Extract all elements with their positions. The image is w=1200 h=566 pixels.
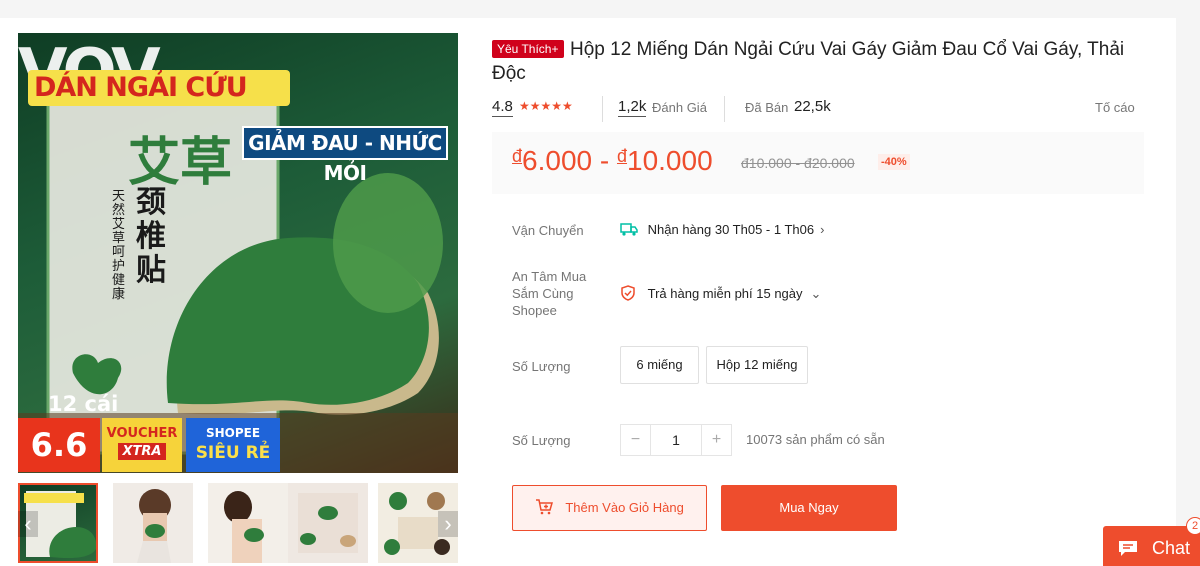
quantity-increase-button[interactable]: + — [701, 425, 731, 455]
thumbnail-next-button[interactable]: › — [438, 511, 458, 537]
price-box: đ6.000 - đ10.000 đ10.000 - đ20.000 -40% — [492, 132, 1144, 194]
shipping-info[interactable]: Nhận hàng 30 Th05 - 1 Th06 › — [620, 222, 824, 237]
quantity-input[interactable] — [651, 425, 701, 455]
chat-button[interactable]: Chat — [1103, 526, 1200, 566]
divider — [602, 96, 603, 122]
image-count-badge: 12 cái — [48, 392, 119, 416]
chat-label: Chat — [1152, 538, 1191, 558]
stock-available: 10073 sản phẩm có sẵn — [746, 432, 885, 447]
thumbnail-prev-button[interactable]: ‹ — [18, 511, 38, 537]
variant-option-6[interactable]: 6 miếng — [620, 346, 699, 384]
reviews-label: Đánh Giá — [652, 100, 707, 115]
thumbnail-4-image — [298, 493, 358, 553]
chevron-right-icon: › — [820, 222, 825, 237]
quantity-decrease-button[interactable]: − — [621, 425, 651, 455]
truck-icon — [620, 222, 642, 237]
image-banner-subtitle: GIẢM ĐAU - NHỨC MỎI — [242, 126, 448, 185]
variant-option-12[interactable]: Hộp 12 miếng — [706, 346, 808, 384]
shield-icon — [620, 285, 640, 301]
thumbnail-4[interactable] — [288, 483, 368, 563]
buy-now-button[interactable]: Mua Ngay — [721, 485, 897, 531]
shipping-value: Nhận hàng 30 Th05 - 1 Th06 — [647, 222, 815, 237]
variant-label: Số Lượng — [512, 359, 571, 374]
sold-count: 22,5k — [794, 98, 831, 115]
promo-voucher-bottom: XTRA — [117, 443, 167, 460]
add-to-cart-button[interactable]: Thêm Vào Giỏ Hàng — [512, 485, 707, 531]
thumbnail-3[interactable] — [208, 483, 288, 563]
promo-shopee-top: SHOPEE — [205, 426, 261, 440]
original-price: đ10.000 - đ20.000 — [741, 155, 855, 171]
currency-symbol: đ — [512, 146, 523, 166]
sold-label: Đã Bán — [745, 100, 789, 115]
favorite-plus-badge: Yêu Thích+ — [492, 40, 564, 58]
price-low: 6.000 — [522, 145, 593, 176]
report-link[interactable]: Tố cáo — [1095, 100, 1135, 115]
promo-shopee-badge: SHOPEE SIÊU RẺ — [186, 418, 280, 472]
image-chinese-title: 艾草 — [128, 133, 233, 193]
product-title: Hộp 12 Miếng Dán Ngải Cứu Vai Gáy Giảm Đ… — [492, 39, 1125, 84]
assurance-value: Trả hàng miễn phí 15 ngày — [647, 286, 803, 301]
shipping-label: Vận Chuyển — [512, 223, 584, 238]
promo-voucher-badge: VOUCHER XTRA — [102, 418, 182, 472]
price-separator: - — [599, 145, 610, 176]
add-to-cart-label: Thêm Vào Giỏ Hàng — [565, 500, 684, 515]
divider — [724, 96, 725, 122]
quantity-stepper: − + — [620, 424, 732, 456]
price-range: đ6.000 - đ10.000 — [512, 145, 713, 177]
thumbnail-2-image — [137, 489, 171, 563]
chat-unread-badge: 2 — [1186, 517, 1200, 535]
image-chinese-sub: 颈椎贴 — [136, 185, 166, 288]
promo-66-badge: 6.6 — [18, 418, 100, 472]
thumbnail-2[interactable] — [113, 483, 193, 563]
rating-value[interactable]: 4.8 — [492, 98, 513, 117]
thumbnail-strip: ‹ › — [18, 483, 458, 563]
chevron-down-icon: ⌄ — [810, 286, 822, 301]
discount-badge: -40% — [878, 154, 910, 170]
price-high: 10.000 — [627, 145, 713, 176]
image-banner-title: DÁN NGẢI CỨU — [28, 70, 290, 106]
chat-icon — [1117, 538, 1144, 558]
quantity-label: Số Lượng — [512, 433, 571, 448]
thumbnail-3-image — [224, 491, 264, 563]
assurance-info[interactable]: Trả hàng miễn phí 15 ngày ⌄ — [620, 285, 821, 302]
cart-plus-icon — [535, 499, 557, 516]
image-chinese-side: 天然艾草 呵护健康 — [112, 189, 126, 302]
rating-row: 4.8 ★★★★★ 1,2k Đánh Giá Đã Bán 22,5k Tố … — [492, 96, 1142, 122]
rating-stars-icon: ★★★★★ — [519, 99, 573, 113]
currency-symbol: đ — [616, 146, 627, 166]
promo-shopee-bottom: SIÊU RẺ — [195, 443, 271, 463]
reviews-count[interactable]: 1,2k — [618, 98, 647, 117]
assurance-label: An Tâm Mua Sắm Cùng Shopee — [512, 269, 587, 318]
promo-voucher-top: VOUCHER — [106, 426, 178, 441]
